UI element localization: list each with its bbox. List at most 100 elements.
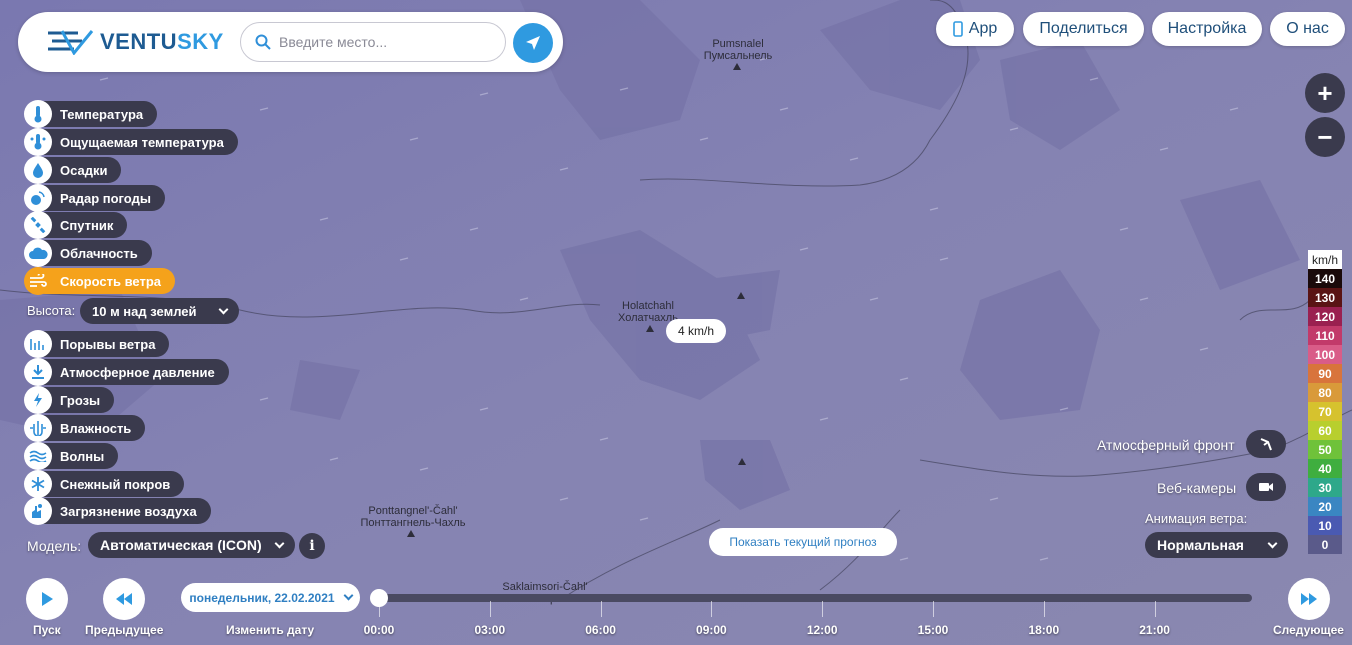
timeline-track[interactable]	[378, 594, 1252, 602]
timeline-tick	[933, 601, 934, 617]
timeline-tick	[1154, 601, 1156, 617]
info-button[interactable]: i	[299, 533, 325, 559]
layer-precipitation[interactable]: Осадки	[24, 156, 122, 184]
timeline-hour-label[interactable]: 09:00	[696, 623, 727, 637]
model-select[interactable]: Автоматическая (ICON)	[88, 532, 295, 558]
about-label: О нас	[1286, 20, 1329, 37]
legend-step: 20	[1308, 497, 1342, 516]
wind-value-bubble: 4 km/h	[666, 319, 726, 343]
share-button[interactable]: Поделиться	[1023, 12, 1144, 46]
place-label-ponttangnel: Ponttangnel'-Čahl' Понттангнель-Чахль	[340, 505, 486, 529]
layer-label: Снежный покров	[32, 471, 185, 497]
thermometer-icon	[24, 100, 52, 128]
legend-step: 60	[1308, 421, 1342, 440]
legend-step: 140	[1308, 269, 1342, 288]
animation-select[interactable]: Нормальная	[1145, 532, 1288, 558]
change-date-label: Изменить дату	[226, 623, 315, 637]
minus-icon: −	[1317, 121, 1333, 152]
atmospheric-front-toggle[interactable]	[1246, 430, 1286, 458]
timeline-hour-label[interactable]: 18:00	[1028, 623, 1059, 637]
legend-step: 40	[1308, 459, 1342, 478]
chevron-down-icon	[218, 304, 229, 314]
chevron-down-icon	[343, 590, 354, 601]
ventusky-logo[interactable]: VENTUSKY	[48, 29, 224, 55]
show-current-forecast-button[interactable]: Показать текущий прогноз	[709, 528, 897, 556]
zoom-out-button[interactable]: −	[1305, 117, 1345, 157]
waves-icon	[24, 442, 52, 470]
timeline-tick	[600, 601, 602, 617]
play-label: Пуск	[33, 623, 61, 637]
timeline-tick	[822, 601, 824, 617]
play-button[interactable]	[26, 578, 68, 620]
layer-waves[interactable]: Волны	[24, 442, 119, 470]
chevron-down-icon	[274, 538, 285, 548]
layer-satellite[interactable]: Спутник	[24, 211, 128, 239]
next-button[interactable]	[1288, 578, 1330, 620]
navigation-arrow-icon	[526, 36, 540, 50]
place-latin: Pumsnalel	[712, 38, 764, 50]
webcams-toggle[interactable]	[1246, 473, 1286, 501]
timeline-hour-label[interactable]: 06:00	[585, 623, 616, 637]
layer-label: Загрязнение воздуха	[32, 498, 211, 524]
height-value: 10 м над землей	[92, 303, 197, 319]
mountain-peak-icon	[738, 458, 746, 465]
brand-name: VENTUSKY	[100, 29, 224, 55]
webcams-label: Веб-камеры	[1157, 480, 1237, 496]
mountain-peak-icon	[737, 292, 745, 299]
timeline-hour-label[interactable]: 15:00	[918, 623, 949, 637]
search-icon	[255, 34, 271, 50]
layer-pressure[interactable]: Атмосферное давление	[24, 358, 229, 386]
layer-wind-speed[interactable]: Скорость ветра	[24, 267, 175, 295]
legend-unit: km/h	[1308, 250, 1342, 269]
date-select[interactable]: понедельник, 22.02.2021	[181, 583, 360, 612]
legend-step: 110	[1308, 326, 1342, 345]
animation-label: Анимация ветра:	[1145, 511, 1248, 526]
about-button[interactable]: О нас	[1270, 12, 1345, 46]
snowflake-icon	[24, 470, 52, 498]
layer-gusts[interactable]: Порывы ветра	[24, 330, 170, 358]
layer-snow-cover[interactable]: Снежный покров	[24, 470, 185, 498]
layer-clouds[interactable]: Облачность	[24, 239, 152, 267]
share-label: Поделиться	[1039, 20, 1128, 37]
timeline-hour-label[interactable]: 03:00	[474, 623, 505, 637]
layer-thunderstorms[interactable]: Грозы	[24, 386, 115, 414]
previous-button[interactable]	[103, 578, 145, 620]
search-input[interactable]	[279, 34, 489, 50]
layer-radar[interactable]: Радар погоды	[24, 184, 165, 212]
brand-prefix: VENTU	[100, 29, 178, 54]
legend-step: 30	[1308, 478, 1342, 497]
previous-label: Предыдущее	[85, 623, 164, 637]
model-label: Модель:	[27, 538, 82, 554]
layer-humidity[interactable]: Влажность	[24, 414, 146, 442]
mountain-peak-icon	[407, 530, 415, 537]
search-box[interactable]	[240, 22, 506, 62]
header-bar: VENTUSKY	[18, 12, 563, 72]
legend-step: 70	[1308, 402, 1342, 421]
play-icon	[42, 592, 53, 606]
wind-speed-legend: km/h 140 130 120 110 100 90 80 70 60 50 40 30 20 10 0	[1308, 250, 1342, 554]
wind-icon	[24, 267, 52, 295]
timeline-hour-label[interactable]: 00:00	[364, 623, 395, 637]
atmospheric-front-label: Атмосферный фронт	[1097, 437, 1235, 453]
timeline-hour-label[interactable]: 12:00	[807, 623, 838, 637]
legend-step: 100	[1308, 345, 1342, 364]
app-button[interactable]: App	[936, 12, 1014, 46]
model-value: Автоматическая (ICON)	[100, 537, 262, 553]
settings-button[interactable]: Настройка	[1152, 12, 1262, 46]
timeline-tick	[711, 601, 713, 617]
layer-air-pollution[interactable]: Загрязнение воздуха	[24, 497, 211, 525]
locate-button[interactable]	[513, 23, 553, 63]
chevron-down-icon	[1267, 538, 1278, 548]
rewind-icon	[116, 593, 132, 605]
ventusky-logo-icon	[48, 30, 94, 55]
satellite-icon	[24, 211, 52, 239]
app-label: App	[968, 20, 998, 37]
front-icon	[1260, 438, 1272, 451]
zoom-in-button[interactable]: +	[1305, 73, 1345, 113]
timeline-slider-handle[interactable]	[370, 589, 388, 607]
layer-feels-like[interactable]: Ощущаемая температура	[24, 128, 238, 156]
legend-step: 80	[1308, 383, 1342, 402]
height-select[interactable]: 10 м над землей	[80, 298, 239, 324]
layer-temperature[interactable]: Температура	[24, 100, 158, 128]
timeline-hour-label[interactable]: 21:00	[1139, 623, 1170, 637]
